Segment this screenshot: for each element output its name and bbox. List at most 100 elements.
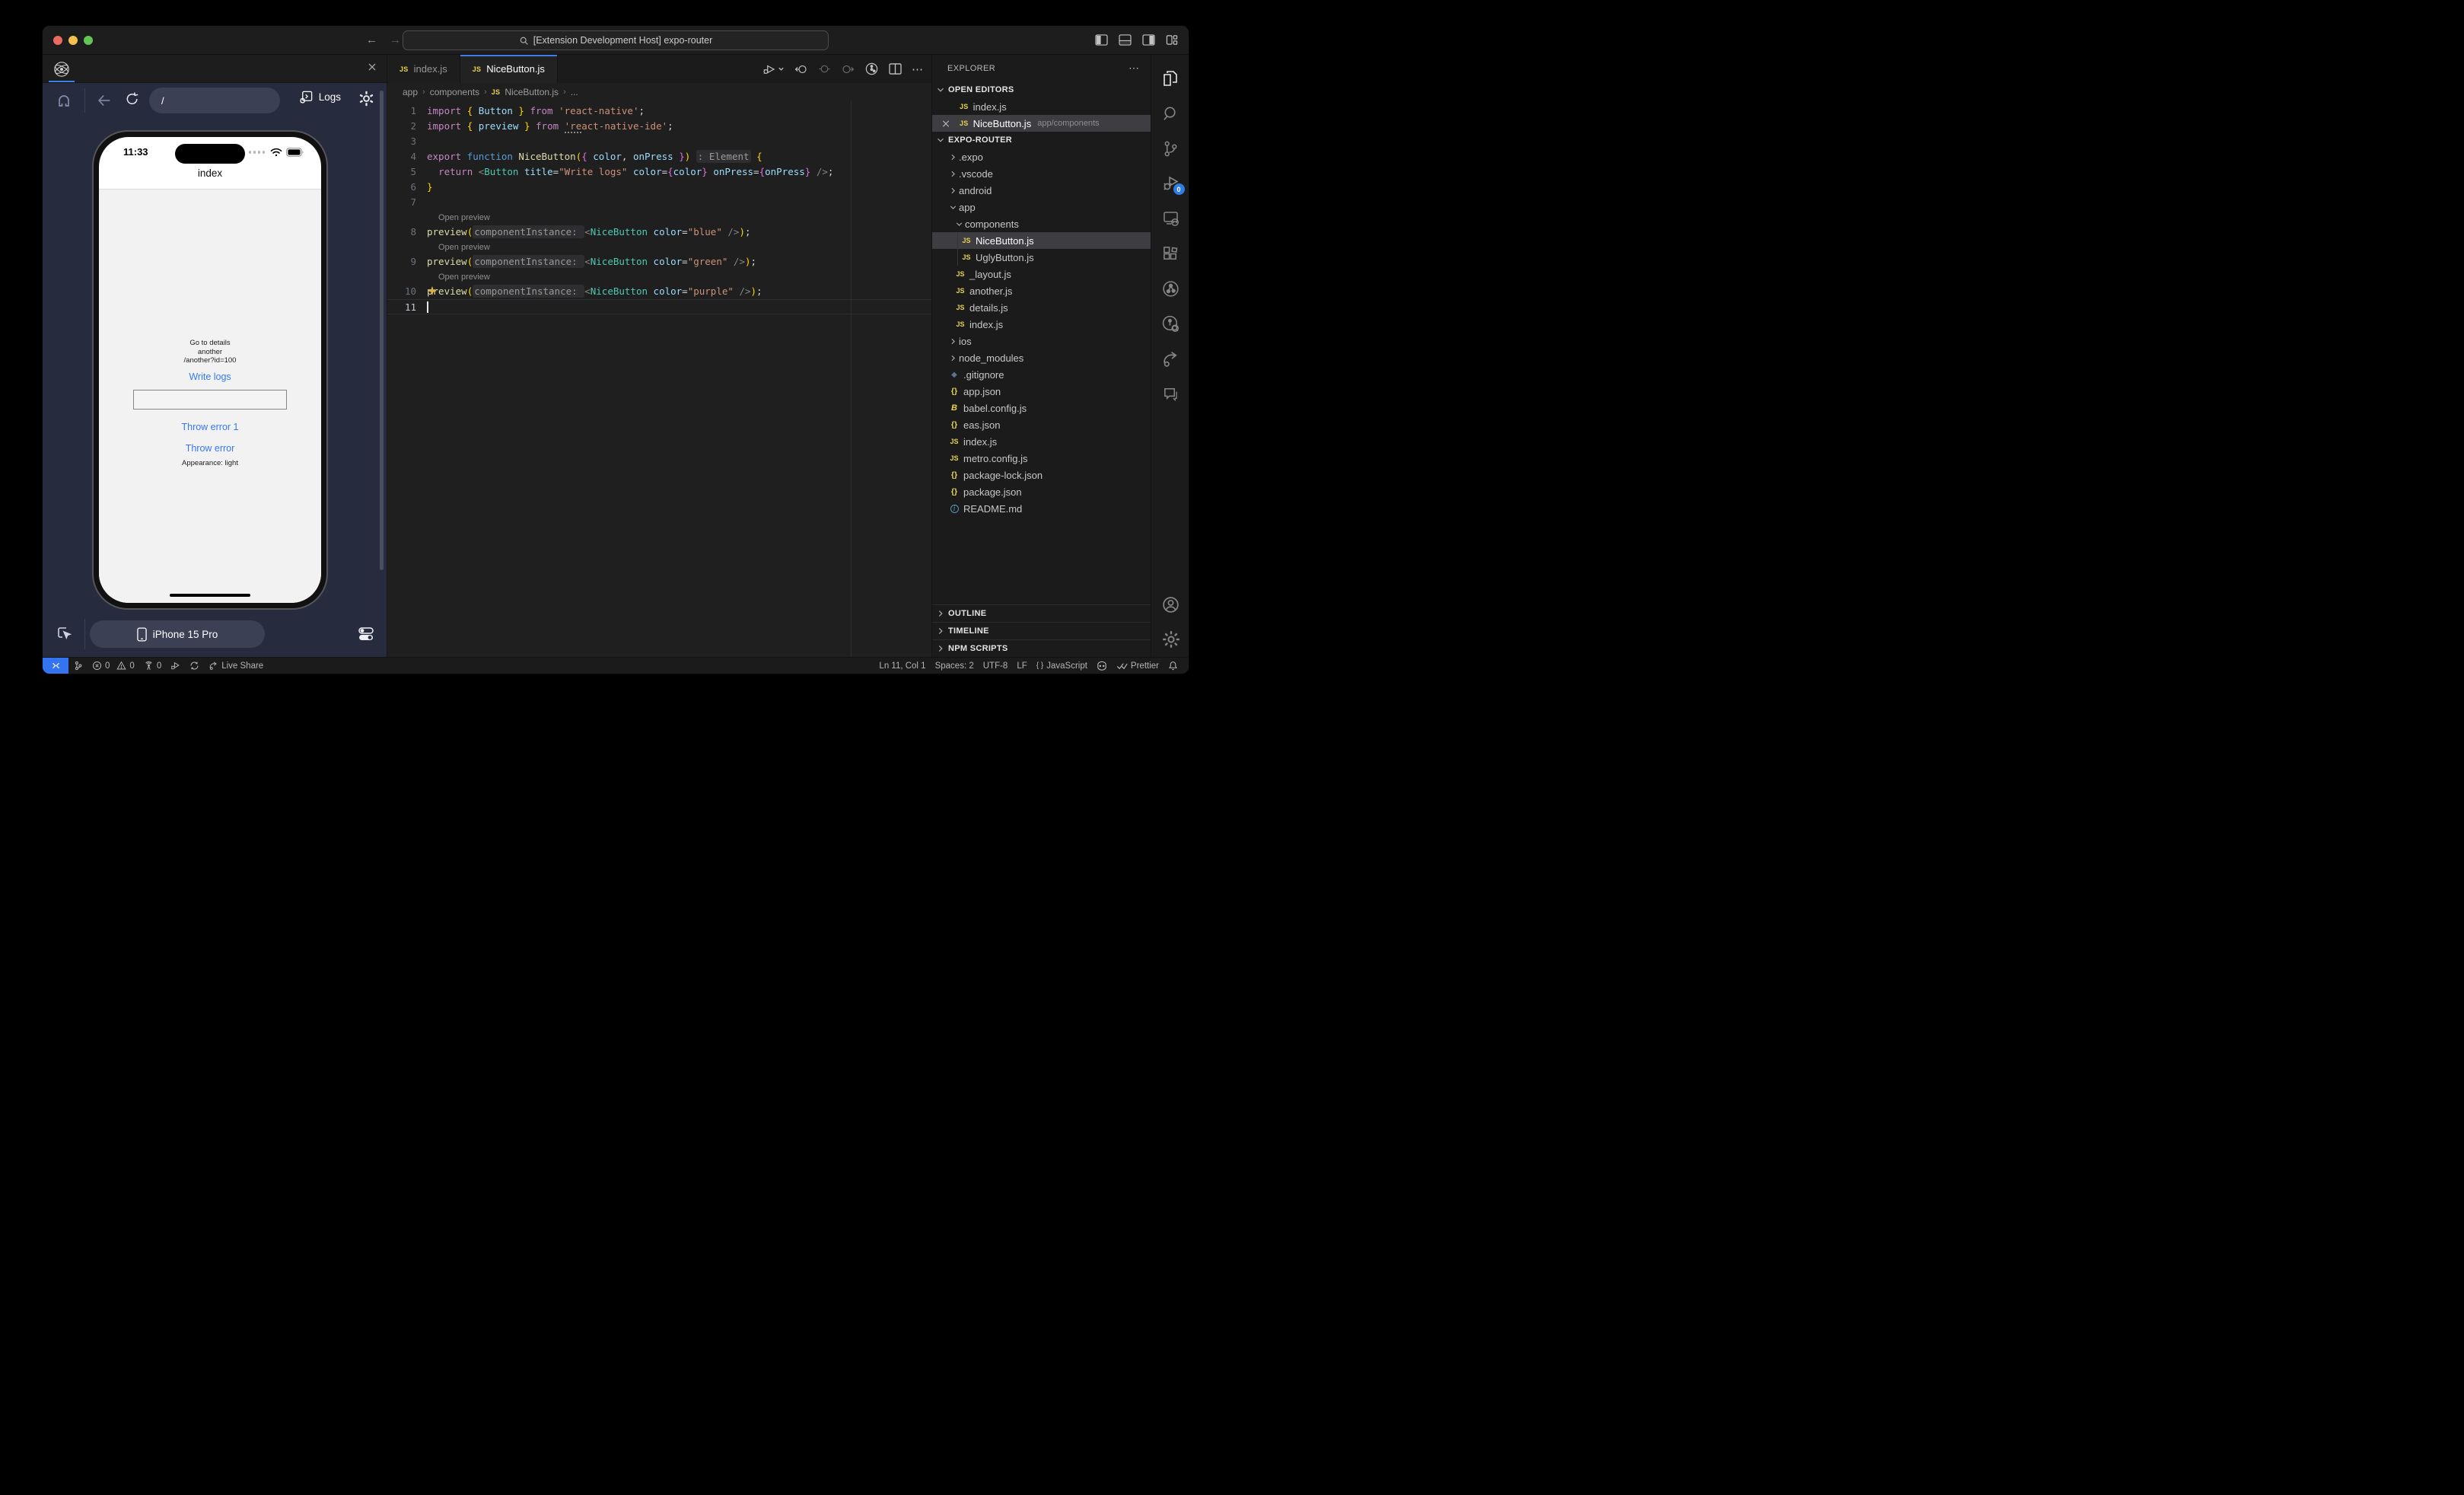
step-back-icon[interactable]	[794, 62, 808, 76]
radon-ide-logo-icon[interactable]	[52, 59, 72, 79]
statusbar-language[interactable]: { } JavaScript	[1032, 661, 1092, 671]
toggle-panel-icon[interactable]	[1119, 34, 1132, 46]
code-line-8[interactable]: 8preview(componentInstance: <NiceButton …	[387, 225, 931, 240]
tree-item-package-json[interactable]: {}package.json	[932, 483, 1151, 500]
code-line-6[interactable]: 6}	[387, 180, 931, 195]
open-editor-index-js[interactable]: JS index.js	[932, 98, 1151, 115]
simulator-settings-gear-icon[interactable]	[358, 91, 374, 107]
breadcrumb-app[interactable]: app	[403, 87, 418, 97]
element-inspector-icon[interactable]	[55, 624, 73, 642]
run-debug-button[interactable]	[762, 62, 785, 76]
statusbar-encoding[interactable]: UTF-8	[979, 661, 1013, 671]
statusbar-problems[interactable]: 0 0	[88, 658, 139, 674]
tree-item-nicebutton-js[interactable]: JSNiceButton.js	[932, 232, 1151, 249]
tree-item-app[interactable]: app	[932, 199, 1151, 215]
tree-item--layout-js[interactable]: JS_layout.js	[932, 266, 1151, 282]
code-line-9[interactable]: 9preview(componentInstance: <NiceButton …	[387, 254, 931, 269]
open-editors-section[interactable]: OPEN EDITORS	[932, 81, 1151, 98]
code-line-10[interactable]: 10preview(componentInstance: <NiceButton…	[387, 284, 931, 299]
code-line-5[interactable]: 5 return <Button title="Write logs" colo…	[387, 164, 931, 180]
navigate-back-icon[interactable]	[96, 92, 113, 109]
breadcrumb[interactable]: app › components › JS NiceButton.js › ..…	[387, 83, 931, 100]
tree-item--gitignore[interactable]: ◆.gitignore	[932, 366, 1151, 383]
sparkle-action-icon[interactable]	[427, 285, 438, 296]
step-forward-icon[interactable]	[841, 62, 855, 76]
tree-item-readme-md[interactable]: iREADME.md	[932, 500, 1151, 517]
code-line-3[interactable]: 3	[387, 134, 931, 149]
device-selector[interactable]: iPhone 15 Pro	[90, 620, 265, 648]
activitybar-remote-explorer[interactable]	[1151, 201, 1190, 236]
more-actions-icon[interactable]: ⋯	[912, 62, 924, 76]
throw-error-1-button[interactable]: Throw error 1	[181, 422, 238, 432]
tree-item-android[interactable]: android	[932, 182, 1151, 199]
code-line-1[interactable]: 1import { Button } from 'react-native';	[387, 104, 931, 119]
device-settings-toggles-icon[interactable]	[356, 624, 376, 644]
statusbar-branch[interactable]	[68, 658, 88, 674]
tree-item--vscode[interactable]: .vscode	[932, 165, 1151, 182]
statusbar-ports[interactable]: 0	[139, 658, 166, 674]
code-editor[interactable]: 1import { Button } from 'react-native';2…	[387, 100, 931, 657]
go-to-details-link[interactable]: Go to details	[189, 339, 230, 348]
activitybar-explorer[interactable]	[1151, 61, 1190, 96]
activitybar-source-control[interactable]	[1151, 131, 1190, 166]
activitybar-comments[interactable]	[1151, 376, 1190, 411]
step-current-icon[interactable]	[818, 62, 831, 75]
tree-item-another-js[interactable]: JSanother.js	[932, 282, 1151, 299]
code-line-2[interactable]: 2import { preview } from 'react-native-i…	[387, 119, 931, 134]
statusbar-eol[interactable]: LF	[1012, 661, 1031, 671]
activitybar-settings[interactable]	[1151, 622, 1190, 657]
tree-item-uglybutton-js[interactable]: JSUglyButton.js	[932, 249, 1151, 266]
text-input[interactable]	[133, 390, 287, 410]
code-line-7[interactable]: 7	[387, 195, 931, 210]
statusbar-sync[interactable]	[185, 658, 204, 674]
toggle-primary-sidebar-icon[interactable]	[1095, 34, 1108, 46]
tab-nicebutton-js[interactable]: JS NiceButton.js	[460, 55, 558, 83]
tree-item-package-lock-json[interactable]: {}package-lock.json	[932, 467, 1151, 483]
history-back-icon[interactable]: ←	[366, 33, 377, 46]
customize-layout-icon[interactable]	[1166, 34, 1178, 46]
activitybar-live-share[interactable]	[1151, 271, 1190, 306]
timeline-section[interactable]: TIMELINE	[932, 622, 1151, 639]
project-section-expo-router[interactable]: EXPO-ROUTER	[932, 132, 1151, 148]
remote-indicator[interactable]	[43, 658, 68, 674]
explorer-more-actions-icon[interactable]: ⋯	[1129, 62, 1140, 75]
panel-scrollbar[interactable]	[380, 91, 384, 570]
command-center-search[interactable]: [Extension Development Host] expo-router	[403, 30, 829, 50]
logs-button[interactable]: Logs	[299, 90, 341, 104]
another-link[interactable]: another	[198, 348, 222, 357]
tree-item-babel-config-js[interactable]: Bbabel.config.js	[932, 400, 1151, 416]
tree-item-index-js[interactable]: JSindex.js	[932, 316, 1151, 333]
statusbar-copilot[interactable]	[1092, 661, 1112, 671]
tree-item-metro-config-js[interactable]: JSmetro.config.js	[932, 450, 1151, 467]
breadcrumb-symbol[interactable]: ...	[571, 87, 578, 97]
close-editor-icon[interactable]	[940, 119, 952, 129]
tree-item-components[interactable]: components	[932, 215, 1151, 232]
code-line-11[interactable]: 11	[387, 299, 931, 314]
tree-item-node-modules[interactable]: node_modules	[932, 349, 1151, 366]
another-id-link[interactable]: /another?id=100	[184, 356, 237, 365]
statusbar-debug[interactable]	[166, 658, 185, 674]
statusbar-formatter[interactable]: Prettier	[1112, 661, 1164, 671]
toggle-secondary-sidebar-icon[interactable]	[1142, 34, 1155, 46]
statusbar-notifications[interactable]	[1164, 661, 1183, 671]
split-editor-icon[interactable]	[889, 63, 902, 75]
tree-item-ios[interactable]: ios	[932, 333, 1151, 349]
activitybar-account[interactable]	[1151, 587, 1190, 622]
close-panel-icon[interactable]	[367, 62, 377, 72]
close-window-button[interactable]	[53, 36, 62, 45]
open-editor-nicebutton-js[interactable]: JS NiceButton.js app/components	[932, 115, 1151, 132]
tab-index-js[interactable]: JS index.js	[387, 55, 460, 83]
tree-item-eas-json[interactable]: {}eas.json	[932, 416, 1151, 433]
breadcrumb-file[interactable]: NiceButton.js	[505, 87, 559, 97]
reload-icon[interactable]	[125, 91, 140, 107]
activitybar-search[interactable]	[1151, 96, 1190, 131]
tree-item--expo[interactable]: .expo	[932, 148, 1151, 165]
tree-item-app-json[interactable]: {}app.json	[932, 383, 1151, 400]
npm-scripts-section[interactable]: NPM SCRIPTS	[932, 639, 1151, 657]
activitybar-search-graph[interactable]	[1151, 306, 1190, 341]
breadcrumb-components[interactable]: components	[430, 87, 479, 97]
codelens-open-preview[interactable]: Open preview	[387, 240, 931, 254]
minimize-window-button[interactable]	[68, 36, 78, 45]
statusbar-cursor-position[interactable]: Ln 11, Col 1	[874, 661, 930, 671]
timeline-graph-icon[interactable]	[864, 62, 879, 76]
